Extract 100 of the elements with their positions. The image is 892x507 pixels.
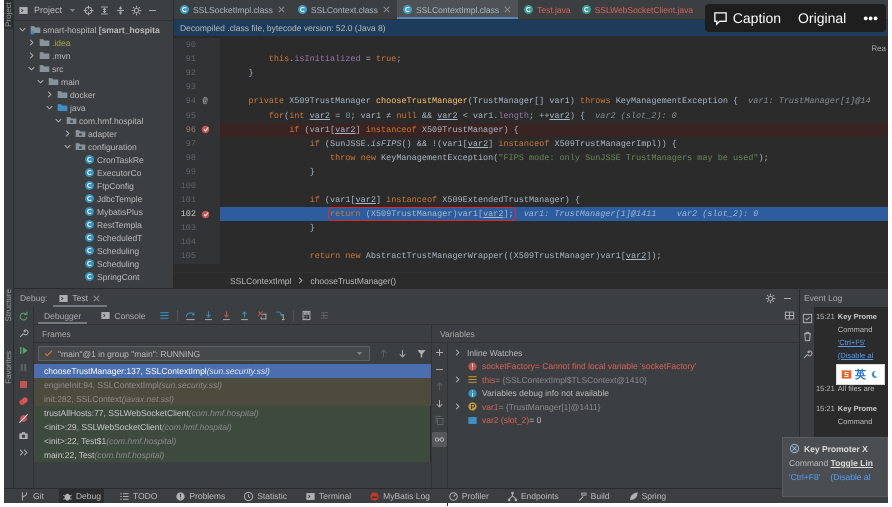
tool-window-label[interactable]: Favorites — [4, 351, 13, 384]
stop-icon[interactable] — [18, 379, 29, 390]
tool-window-button[interactable]: MyBatis Log — [366, 489, 433, 503]
tree-item[interactable]: ExecutorCo — [97, 168, 142, 178]
editor-tab[interactable]: SSLContext.class — [292, 0, 397, 19]
breakpoints-icon[interactable] — [18, 396, 29, 407]
tree-item[interactable]: smart-hospital [smart_hospita — [43, 24, 160, 34]
stack-frame[interactable]: <init>:29, SSLWebSocketClient(com.hmf.hospital) — [34, 420, 431, 434]
stack-frame[interactable]: <init>:22, Test$1(com.hmf.hospital) — [34, 434, 431, 448]
tool-window-button[interactable]: Debug — [58, 489, 104, 503]
disable-link[interactable]: (Disable al — [830, 472, 871, 482]
ime-toolbar[interactable]: 英 — [836, 364, 885, 385]
tool-window-button[interactable]: Git — [16, 489, 47, 503]
stack-frame[interactable]: trustAllHosts:77, SSLWebSocketClient(com.hmf.hospital) — [34, 406, 431, 420]
stack-frame[interactable]: chooseTrustManager:137, SSLContextImpl(sun.security.ssl) — [34, 364, 431, 378]
tree-item[interactable]: main — [61, 76, 80, 86]
variable-entry[interactable]: Inline Watches — [467, 348, 522, 358]
frames-header: Frames — [34, 325, 431, 343]
tree-item[interactable]: .mvn — [52, 50, 70, 60]
stack-frame[interactable]: main:22, Test(com.hmf.hospital) — [34, 448, 431, 462]
thread-dropdown[interactable]: "main"@1 in group "main": RUNNING — [38, 346, 370, 361]
arrow-down-icon[interactable] — [397, 348, 408, 359]
debugger-tab[interactable]: Console — [94, 307, 152, 324]
variable-entry[interactable]: var1= {TrustManager[1]@1411} — [482, 402, 601, 412]
tree-item[interactable]: CronTaskRe — [97, 154, 144, 164]
wrench-icon[interactable] — [18, 328, 29, 339]
double-chevron-icon[interactable] — [18, 447, 29, 458]
tree-item[interactable]: ScheduledT — [97, 232, 142, 242]
filter-icon[interactable] — [416, 348, 427, 359]
tool-window-button[interactable]: Problems — [172, 489, 228, 503]
drop-frame-icon[interactable] — [256, 310, 268, 321]
tree-item[interactable]: adapter — [88, 128, 117, 138]
step-into-icon[interactable] — [202, 310, 214, 321]
tree-item[interactable]: com.hmf.hospital — [79, 116, 144, 126]
plus-icon[interactable] — [434, 347, 445, 358]
editor-tab[interactable]: SSLSocketImpl.class — [174, 0, 292, 19]
tool-window-label[interactable]: Structure — [4, 288, 13, 322]
tool-window-button[interactable]: TODO — [116, 489, 160, 503]
editor-tab[interactable]: Test.java — [518, 0, 576, 19]
editor-tab[interactable]: SSLContextImpl.class — [396, 0, 518, 19]
run-to-cursor-icon[interactable] — [274, 310, 286, 321]
editor-tab[interactable]: SSLWebSocketClient.java — [576, 0, 698, 19]
close-icon[interactable] — [380, 4, 392, 15]
tree-item[interactable]: .idea — [52, 38, 70, 48]
breadcrumb[interactable]: SSLContextImpl — [230, 276, 292, 286]
close-icon[interactable] — [91, 292, 102, 304]
settings-icon[interactable] — [131, 4, 142, 16]
tool-window-button[interactable]: Endpoints — [504, 489, 562, 503]
expand-all-icon[interactable] — [99, 4, 110, 16]
tool-window-button[interactable]: Terminal — [302, 489, 354, 503]
variable-entry[interactable]: var2 (slot_2)= 0 — [482, 415, 542, 426]
tree-item[interactable]: docker — [70, 90, 96, 100]
collapse-all-icon[interactable] — [115, 4, 126, 16]
variable-entry[interactable]: this= {SSLContextImpl$TLSContext@1410} — [482, 374, 647, 385]
step-out-icon[interactable] — [238, 310, 250, 321]
debugger-tab[interactable]: Debugger — [38, 307, 88, 324]
step-over-icon[interactable] — [184, 310, 196, 321]
tree-item[interactable]: JdbcTemple — [97, 194, 142, 204]
reader-mode-label[interactable]: Rea — [871, 44, 886, 53]
variable-entry[interactable]: socketFactory= Cannot find local variable 'socketFactory' — [482, 361, 696, 372]
popup-message: Command Toggle Lin — [789, 458, 874, 468]
tool-window-label[interactable]: Project — [4, 0, 13, 29]
force-step-into-icon[interactable] — [220, 310, 232, 321]
settings-icon[interactable] — [765, 292, 776, 304]
tree-item[interactable]: Scheduling — [97, 246, 140, 256]
mute-breakpoints-icon[interactable] — [18, 413, 29, 424]
tree-item[interactable]: FtpConfig — [97, 180, 134, 190]
target-icon[interactable] — [83, 4, 94, 16]
wrench-icon[interactable] — [802, 349, 812, 360]
checkbox-icon[interactable] — [802, 313, 812, 324]
ime-mode-label[interactable]: 英 — [855, 367, 866, 382]
override-marker[interactable]: @ — [202, 96, 208, 106]
project-view-dropdown[interactable]: Project — [34, 5, 62, 15]
tool-window-button[interactable]: Build — [574, 489, 613, 503]
tool-window-button[interactable]: Profiler — [444, 489, 492, 503]
menu-icon[interactable] — [158, 310, 170, 321]
tree-item[interactable]: configuration — [88, 142, 137, 152]
tree-item[interactable]: SpringCont — [97, 272, 140, 282]
tree-item[interactable]: java — [70, 102, 86, 112]
rerun-icon[interactable] — [18, 311, 29, 322]
tool-window-button[interactable]: Spring — [624, 489, 670, 503]
arrow-down-icon[interactable] — [434, 398, 445, 409]
shortcut-link[interactable]: 'Ctrl+F8' — [789, 472, 820, 482]
breadcrumb[interactable]: chooseTrustManager() — [310, 276, 396, 286]
tree-item[interactable]: MybatisPlus — [97, 206, 143, 216]
tree-item[interactable]: src — [52, 64, 64, 74]
breakpoint-icon[interactable] — [200, 208, 210, 220]
trash-icon[interactable] — [802, 331, 812, 342]
tool-window-button[interactable]: Statistic — [240, 489, 290, 503]
calculator-icon[interactable] — [300, 310, 312, 321]
run-config-tab[interactable]: Test — [53, 289, 108, 307]
tree-item[interactable]: RestTempla — [97, 220, 142, 230]
camera-icon[interactable] — [18, 430, 29, 441]
variable-entry[interactable]: Variables debug info not available — [482, 388, 609, 398]
layout-icon[interactable] — [784, 310, 795, 321]
breakpoint-icon[interactable] — [200, 124, 210, 136]
tree-item[interactable]: Scheduling — [97, 258, 140, 268]
close-icon[interactable] — [276, 4, 287, 15]
resume-icon[interactable] — [18, 345, 29, 356]
class-icon — [84, 245, 95, 256]
